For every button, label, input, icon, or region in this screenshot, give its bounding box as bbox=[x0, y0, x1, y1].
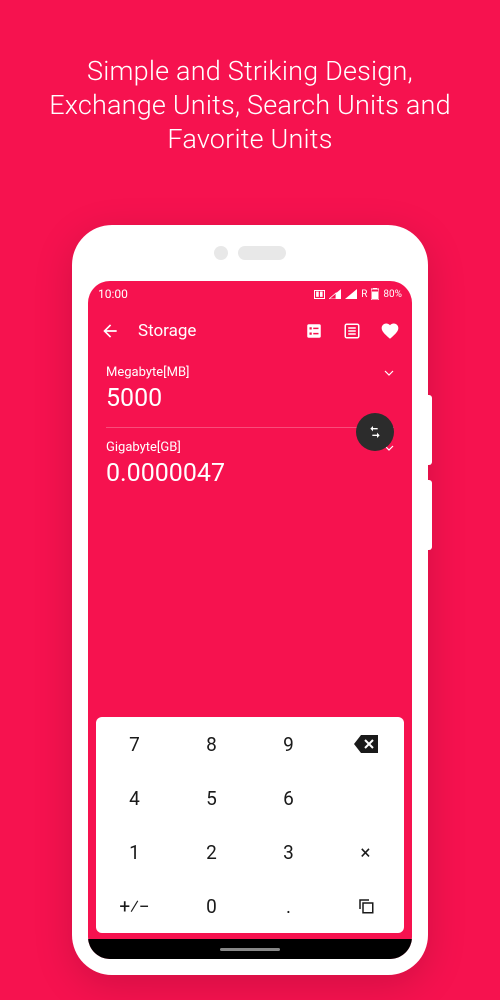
key-2[interactable]: 2 bbox=[173, 825, 250, 879]
signal-icon bbox=[329, 289, 341, 299]
key-dot[interactable]: . bbox=[250, 879, 327, 933]
key-5[interactable]: 5 bbox=[173, 771, 250, 825]
backspace-icon bbox=[354, 735, 378, 753]
volume-down-button bbox=[428, 480, 432, 550]
key-3[interactable]: 3 bbox=[250, 825, 327, 879]
key-7[interactable]: 7 bbox=[96, 717, 173, 771]
key-multiply[interactable]: × bbox=[327, 825, 404, 879]
converter-panel: Megabyte[MB] 5000 Gigabyte[GB] 0.0000047 bbox=[88, 355, 412, 488]
roaming-indicator: R bbox=[361, 289, 367, 300]
app-bar: Storage bbox=[88, 307, 412, 355]
back-icon[interactable] bbox=[100, 321, 120, 341]
key-0[interactable]: 0 bbox=[173, 879, 250, 933]
status-icons: ▮▮ R 80% bbox=[314, 288, 402, 300]
battery-percent: 80% bbox=[383, 289, 402, 300]
to-unit-selector[interactable]: Gigabyte[GB] bbox=[106, 440, 394, 455]
sim-icon: ▮▮ bbox=[314, 290, 326, 299]
from-value[interactable]: 5000 bbox=[106, 384, 394, 413]
chevron-down-icon bbox=[384, 368, 394, 378]
page-title: Storage bbox=[138, 321, 196, 341]
copy-icon bbox=[357, 897, 375, 915]
to-value: 0.0000047 bbox=[106, 459, 394, 488]
key-8[interactable]: 8 bbox=[173, 717, 250, 771]
swap-button[interactable] bbox=[356, 413, 394, 451]
battery-icon bbox=[371, 288, 379, 300]
divider bbox=[106, 427, 394, 428]
swap-icon bbox=[367, 424, 383, 440]
heart-icon[interactable] bbox=[380, 321, 400, 341]
phone-screen: 10:00 ▮▮ R 80% Storage bbox=[88, 281, 412, 959]
key-9[interactable]: 9 bbox=[250, 717, 327, 771]
phone-earpiece bbox=[72, 225, 428, 281]
from-unit-selector[interactable]: Megabyte[MB] bbox=[106, 365, 394, 380]
phone-mockup: 10:00 ▮▮ R 80% Storage bbox=[72, 225, 428, 975]
list-icon[interactable] bbox=[342, 321, 362, 341]
key-4[interactable]: 4 bbox=[96, 771, 173, 825]
keypad-area: 7 8 9 4 5 6 1 2 3 × +⁄− 0 . bbox=[88, 717, 412, 959]
marketing-headline: Simple and Striking Design, Exchange Uni… bbox=[0, 0, 500, 156]
key-copy[interactable] bbox=[327, 879, 404, 933]
key-sign[interactable]: +⁄− bbox=[96, 879, 173, 933]
signal-icon bbox=[345, 289, 357, 299]
key-6[interactable]: 6 bbox=[250, 771, 327, 825]
to-unit-label: Gigabyte[GB] bbox=[106, 440, 181, 455]
volume-up-button bbox=[428, 395, 432, 465]
status-time: 10:00 bbox=[98, 287, 128, 301]
keypad: 7 8 9 4 5 6 1 2 3 × +⁄− 0 . bbox=[96, 717, 404, 933]
key-1[interactable]: 1 bbox=[96, 825, 173, 879]
key-backspace[interactable] bbox=[327, 717, 404, 771]
key-empty bbox=[327, 771, 404, 825]
status-bar: 10:00 ▮▮ R 80% bbox=[88, 281, 412, 307]
checklist-icon[interactable] bbox=[304, 321, 324, 341]
nav-pill bbox=[220, 948, 280, 951]
android-nav-bar[interactable] bbox=[88, 939, 412, 959]
from-unit-label: Megabyte[MB] bbox=[106, 365, 189, 380]
